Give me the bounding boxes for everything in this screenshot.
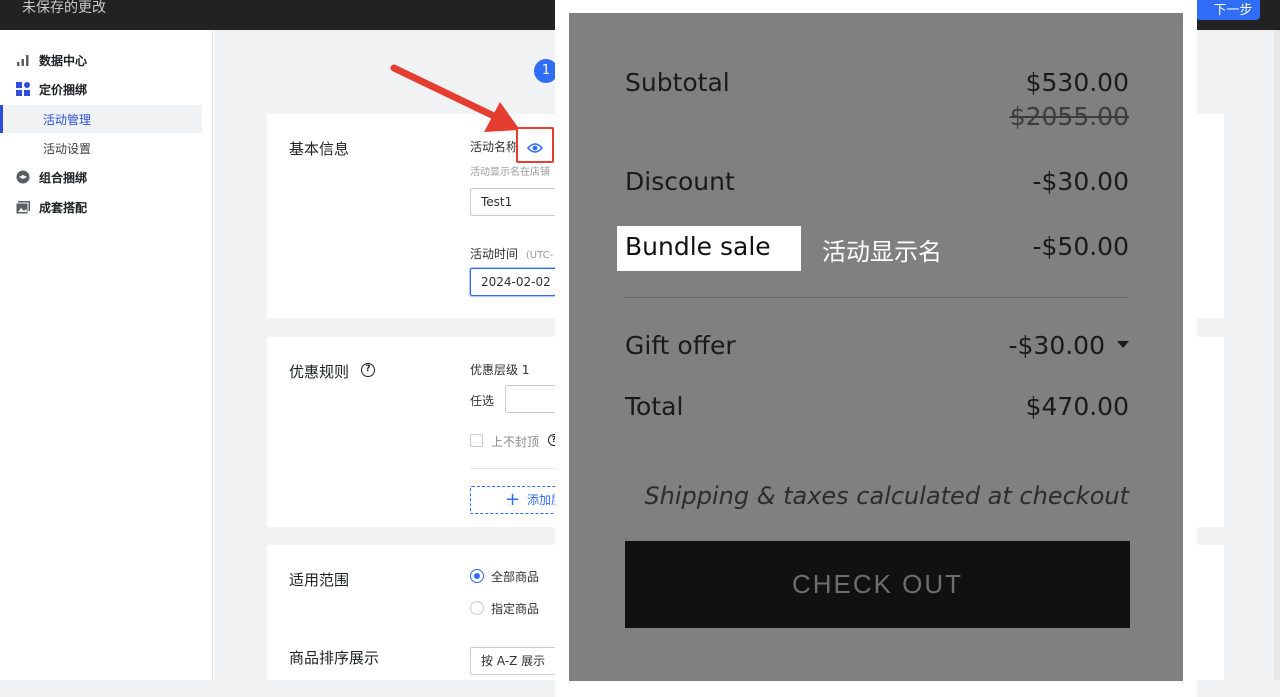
sidebar-item-combo-bundle[interactable]: 组合捆绑 bbox=[0, 164, 87, 190]
sidebar-item-label: 成套搭配 bbox=[39, 200, 88, 215]
no-cap-checkbox[interactable] bbox=[470, 434, 483, 447]
checkout-button[interactable]: CHECK OUT bbox=[625, 541, 1130, 628]
sidebar: 数据中心 定价捆绑 活动管理 活动设置 组合捆绑 成套搭配 bbox=[0, 30, 213, 680]
bar-chart-icon bbox=[16, 53, 30, 67]
gift-offer-row[interactable]: Gift offer -$30.00 bbox=[625, 331, 1129, 365]
caret-down-icon[interactable] bbox=[1117, 340, 1129, 348]
section-title: 适用范围 bbox=[289, 571, 350, 589]
sidebar-item-activity-settings[interactable]: 活动设置 bbox=[0, 134, 202, 162]
divider bbox=[625, 297, 1129, 298]
activity-time-label: 活动时间 (UTC- bbox=[470, 245, 553, 262]
gift-offer-label: Gift offer bbox=[625, 331, 736, 360]
bundle-value: -$50.00 bbox=[1032, 232, 1130, 261]
specified-products-label: 指定商品 bbox=[491, 602, 540, 616]
sidebar-item-label: 数据中心 bbox=[39, 53, 88, 68]
timezone-hint: (UTC- bbox=[525, 250, 554, 261]
grid-icon bbox=[16, 82, 30, 96]
all-products-radio[interactable] bbox=[470, 569, 484, 583]
discount-value: -$30.00 bbox=[1032, 167, 1130, 196]
original-price: $2055.00 bbox=[1009, 102, 1129, 131]
sort-title: 商品排序展示 bbox=[289, 649, 380, 667]
subtotal-row: Subtotal $530.00 $2055.00 bbox=[625, 68, 1129, 138]
subtotal-label: Subtotal bbox=[625, 68, 730, 97]
specified-products-radio[interactable] bbox=[470, 601, 484, 615]
image-icon bbox=[16, 200, 30, 214]
plus-icon: + bbox=[505, 489, 521, 510]
optional-label: 任选 bbox=[470, 394, 495, 408]
discount-label: Discount bbox=[625, 167, 735, 196]
activity-name-hint: 活动显示名在店铺 bbox=[470, 167, 550, 178]
shipping-note: Shipping & taxes calculated at checkout bbox=[644, 482, 1129, 510]
discount-tier-label: 优惠层级 1 bbox=[470, 363, 530, 377]
no-cap-label: 上不封顶 bbox=[491, 435, 540, 449]
scrollbar[interactable] bbox=[1274, 30, 1280, 680]
activity-name-label: 活动名称 bbox=[470, 140, 519, 154]
sidebar-item-label: 定价捆绑 bbox=[39, 82, 88, 97]
sidebar-item-set-match[interactable]: 成套搭配 bbox=[0, 194, 87, 220]
sidebar-item-activity-management[interactable]: 活动管理 bbox=[0, 105, 202, 133]
sidebar-item-label: 活动管理 bbox=[43, 112, 92, 127]
discount-row: Discount -$30.00 bbox=[625, 167, 1129, 201]
total-value: $470.00 bbox=[1025, 392, 1129, 421]
sidebar-item-data-center[interactable]: 数据中心 bbox=[0, 47, 87, 73]
gift-offer-value: -$30.00 bbox=[1008, 331, 1106, 360]
preview-eye-button[interactable] bbox=[516, 127, 554, 163]
bundle-row: -$50.00 bbox=[625, 232, 1130, 266]
activity-time-label-text: 活动时间 bbox=[470, 247, 519, 261]
sidebar-item-pricing-bundle[interactable]: 定价捆绑 bbox=[0, 76, 87, 102]
gift-offer-value-wrap: -$30.00 bbox=[1008, 331, 1129, 360]
sidebar-item-label: 组合捆绑 bbox=[39, 170, 88, 185]
section-title: 优惠规则 bbox=[289, 363, 350, 381]
sidebar-item-label: 活动设置 bbox=[43, 141, 92, 156]
unsaved-changes-text: 未保存的更改 bbox=[22, 0, 106, 16]
total-row: Total $470.00 bbox=[625, 392, 1129, 426]
layers-icon bbox=[16, 170, 30, 184]
cart-preview-panel: Subtotal $530.00 $2055.00 Discount -$30.… bbox=[569, 13, 1183, 681]
question-icon[interactable]: ? bbox=[361, 363, 375, 377]
next-step-button[interactable]: 下一步 bbox=[1196, 0, 1260, 20]
subtotal-value: $530.00 bbox=[1025, 68, 1129, 97]
total-label: Total bbox=[625, 392, 684, 421]
all-products-label: 全部商品 bbox=[491, 570, 540, 584]
eye-icon bbox=[526, 143, 544, 153]
section-title: 基本信息 bbox=[289, 140, 350, 158]
